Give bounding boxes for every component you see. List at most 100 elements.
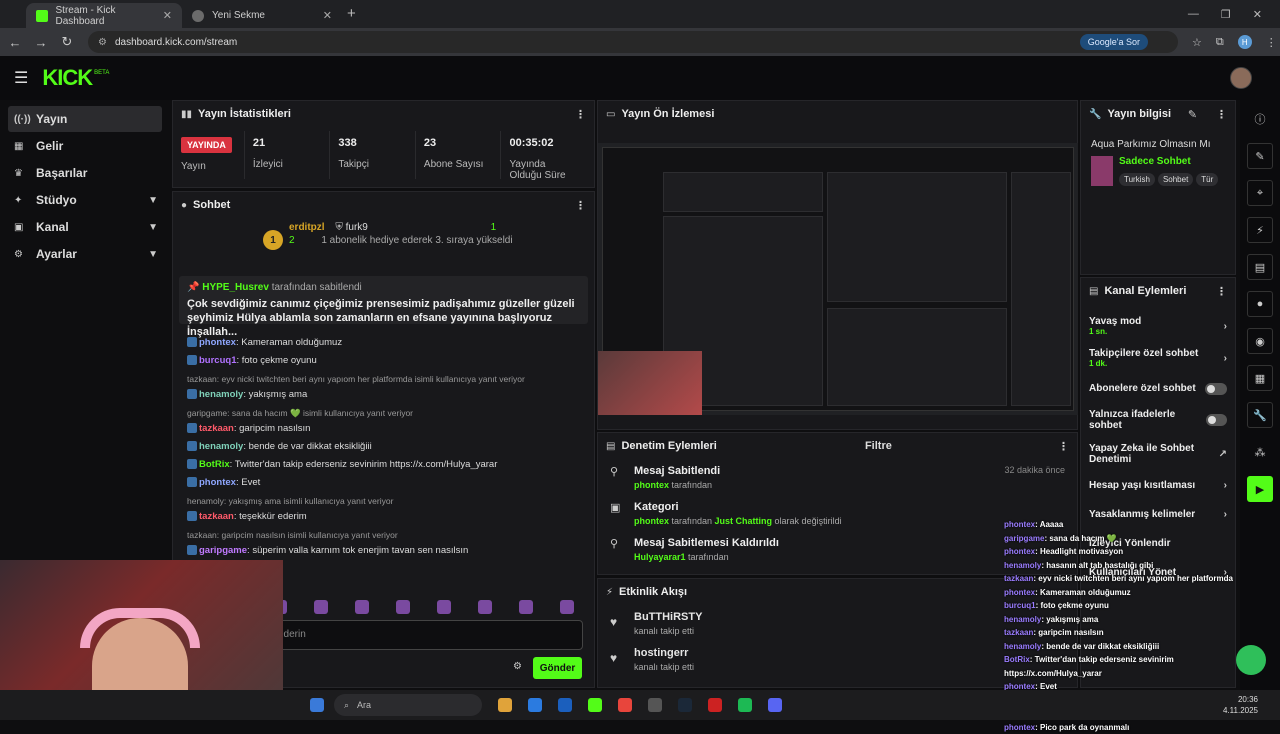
more-options-icon[interactable]: ⋮ bbox=[1058, 440, 1069, 453]
reload-icon[interactable]: ↻ bbox=[56, 34, 78, 50]
steam-icon[interactable] bbox=[678, 698, 692, 712]
discord-icon[interactable] bbox=[768, 698, 782, 712]
chrome-icon[interactable] bbox=[618, 698, 632, 712]
focus-icon[interactable]: ⌖ bbox=[1247, 180, 1273, 206]
close-tab-icon[interactable]: ✕ bbox=[163, 9, 172, 22]
kick-app-icon[interactable] bbox=[588, 698, 602, 712]
chat-username[interactable]: phontex bbox=[199, 477, 236, 488]
profile-avatar[interactable]: H bbox=[1238, 35, 1252, 49]
bolt-icon[interactable]: ⚡ bbox=[1247, 217, 1273, 243]
moderation-user[interactable]: phontex bbox=[634, 516, 669, 526]
sidebar-item-basarilar[interactable]: ♛ Başarılar bbox=[8, 160, 162, 186]
browser-menu-icon[interactable]: ⋮ bbox=[1266, 36, 1277, 49]
forward-icon[interactable]: → bbox=[30, 35, 52, 50]
moderation-user[interactable]: Hulyayarar1 bbox=[634, 552, 686, 562]
more-options-icon[interactable]: ⋮ bbox=[575, 199, 586, 212]
chat-username[interactable]: burcuq1 bbox=[199, 355, 236, 366]
emote-icon[interactable] bbox=[314, 600, 328, 614]
close-tab-icon[interactable]: ✕ bbox=[323, 9, 332, 22]
system-clock[interactable]: 20:364.11.2025 bbox=[1223, 694, 1258, 716]
heart-icon: ♥ bbox=[610, 651, 624, 671]
google-ask-button[interactable]: Google'a Sor bbox=[1080, 34, 1148, 50]
event-user[interactable]: hostingerr bbox=[634, 647, 694, 659]
pinned-user[interactable]: HYPE_Husrev bbox=[202, 282, 269, 293]
nodes-icon[interactable]: ⁂ bbox=[1247, 439, 1273, 465]
gifter-name[interactable]: furk9 bbox=[346, 222, 368, 233]
chat-settings-icon[interactable]: ⚙ bbox=[513, 661, 522, 672]
preview-webcam bbox=[598, 351, 702, 415]
channel-action-row[interactable]: Hesap yaşı kısıtlaması› bbox=[1081, 471, 1235, 500]
filter-button[interactable]: Filtre bbox=[865, 440, 892, 452]
support-fab[interactable] bbox=[1236, 645, 1266, 675]
chat-username[interactable]: BotRix bbox=[199, 459, 230, 470]
user-avatar[interactable] bbox=[1230, 67, 1252, 89]
emote-icon[interactable] bbox=[519, 600, 533, 614]
kick-logo[interactable]: KICK bbox=[42, 65, 92, 91]
category-name[interactable]: Sadece Sohbet bbox=[1119, 156, 1221, 167]
url-input[interactable]: ⚙ dashboard.kick.com/stream Google'a Sor bbox=[88, 31, 1178, 53]
edge-icon[interactable] bbox=[528, 698, 542, 712]
bookmark-star-icon[interactable]: ☆ bbox=[1192, 36, 1202, 49]
sidebar-item-ayarlar[interactable]: ⚙ Ayarlar ▼ bbox=[8, 241, 162, 267]
app-icon[interactable] bbox=[648, 698, 662, 712]
moderation-user[interactable]: phontex bbox=[634, 480, 669, 490]
spotify-icon[interactable] bbox=[738, 698, 752, 712]
clapper-icon[interactable]: ▶ bbox=[1247, 476, 1273, 502]
pen-icon[interactable]: ✎ bbox=[1247, 143, 1273, 169]
more-options-icon[interactable]: ⋮ bbox=[1216, 108, 1227, 121]
event-user[interactable]: BuTTHiRSTY bbox=[634, 611, 702, 623]
edit-icon[interactable]: ✎ bbox=[1188, 108, 1197, 121]
sidebar-item-studyo[interactable]: ✦ Stüdyo ▼ bbox=[8, 187, 162, 213]
chat-input[interactable]: ederin bbox=[267, 620, 583, 650]
toggle-switch[interactable] bbox=[1205, 383, 1227, 395]
moderation-category[interactable]: Just Chatting bbox=[715, 516, 773, 526]
more-options-icon[interactable]: ⋮ bbox=[575, 108, 586, 121]
gifter-name[interactable]: erditpzl bbox=[289, 222, 325, 233]
channel-action-row[interactable]: Yapay Zeka ile Sohbet Denetimi↗ bbox=[1081, 437, 1235, 471]
chat-username[interactable]: tazkaan bbox=[199, 423, 234, 434]
explorer-icon[interactable] bbox=[498, 698, 512, 712]
channel-action-row[interactable]: Abonelere özel sohbet bbox=[1081, 374, 1235, 403]
tab-kick-dashboard[interactable]: Stream - Kick Dashboard ✕ bbox=[26, 3, 182, 28]
wrench-icon[interactable]: 🔧 bbox=[1247, 402, 1273, 428]
extensions-icon[interactable]: ⧉ bbox=[1216, 36, 1224, 49]
chat-username[interactable]: tazkaan bbox=[199, 511, 234, 522]
tab-new-tab[interactable]: Yeni Sekme ✕ bbox=[182, 3, 342, 28]
back-icon[interactable]: ← bbox=[4, 35, 26, 50]
chat-username[interactable]: henamoly bbox=[199, 441, 243, 452]
hamburger-menu-icon[interactable]: ☰ bbox=[14, 68, 28, 88]
chat-icon[interactable]: ● bbox=[1247, 291, 1273, 317]
sidebar-item-yayin[interactable]: ((·)) Yayın bbox=[8, 106, 162, 132]
pinned-message[interactable]: 📌 HYPE_Husrev tarafından sabitlendi Çok … bbox=[179, 276, 588, 324]
document-icon[interactable]: ▤ bbox=[1247, 254, 1273, 280]
emote-icon[interactable] bbox=[478, 600, 492, 614]
site-info-icon[interactable]: ⚙ bbox=[98, 37, 107, 48]
channel-action-row[interactable]: Yavaş mod1 sn.› bbox=[1081, 310, 1235, 342]
close-window-icon[interactable]: ✕ bbox=[1253, 8, 1262, 21]
stream-preview-video[interactable] bbox=[598, 143, 1078, 415]
emote-icon[interactable] bbox=[355, 600, 369, 614]
taskbar-search[interactable]: ⌕Ara bbox=[334, 694, 482, 716]
sidebar-item-kanal[interactable]: ▣ Kanal ▼ bbox=[8, 214, 162, 240]
chat-username[interactable]: henamoly bbox=[199, 389, 243, 400]
minimize-icon[interactable]: — bbox=[1188, 8, 1199, 20]
emote-icon[interactable] bbox=[437, 600, 451, 614]
layout-icon[interactable]: ▦ bbox=[1247, 365, 1273, 391]
toggle-switch[interactable] bbox=[1206, 414, 1227, 426]
sidebar-item-gelir[interactable]: ▦ Gelir bbox=[8, 133, 162, 159]
channel-action-row[interactable]: Takipçilere özel sohbet1 dk.› bbox=[1081, 342, 1235, 374]
chat-username[interactable]: phontex bbox=[199, 337, 236, 348]
outlook-icon[interactable] bbox=[558, 698, 572, 712]
broadcast-icon[interactable]: ◉ bbox=[1247, 328, 1273, 354]
more-options-icon[interactable]: ⋮ bbox=[1216, 285, 1227, 298]
info-icon[interactable]: ⓘ bbox=[1247, 106, 1273, 132]
send-button[interactable]: Gönder bbox=[533, 657, 582, 679]
chat-username[interactable]: garipgame bbox=[199, 545, 247, 556]
channel-action-row[interactable]: Yalnızca ifadelerle sohbet bbox=[1081, 403, 1235, 437]
app-icon[interactable] bbox=[708, 698, 722, 712]
new-tab-icon[interactable]: + bbox=[347, 5, 356, 22]
start-icon[interactable] bbox=[310, 698, 324, 712]
maximize-icon[interactable]: ❐ bbox=[1221, 8, 1231, 21]
emote-icon[interactable] bbox=[560, 600, 574, 614]
emote-icon[interactable] bbox=[396, 600, 410, 614]
